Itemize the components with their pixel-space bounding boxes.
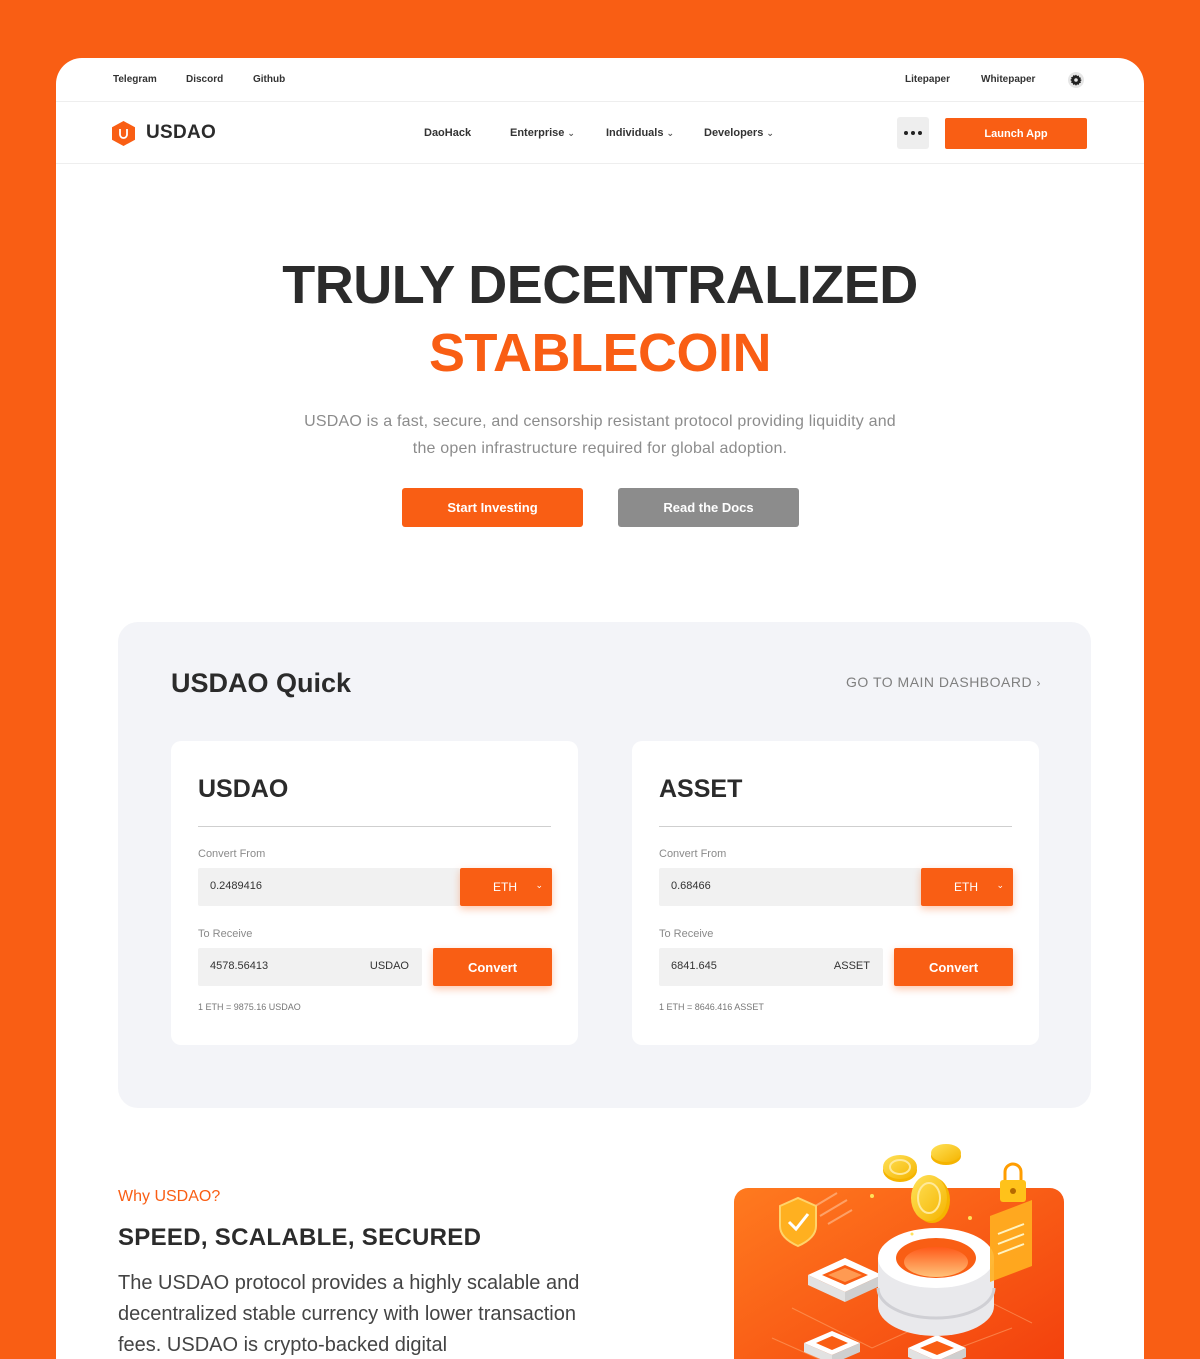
hero-title-line1: TRULY DECENTRALIZED [282,255,918,315]
card-title: USDAO [198,775,289,803]
telegram-link[interactable]: Telegram [113,74,157,85]
nav-enterprise[interactable]: Enterprise ⌄ [510,127,575,139]
why-description: The USDAO protocol provides a highly sca… [118,1272,580,1356]
nav-enterprise-label: Enterprise [510,127,565,139]
to-receive-unit: ASSET [833,960,870,972]
ellipsis-icon [918,131,922,135]
convert-from-label: Convert From [659,848,727,860]
quick-panel-title: USDAO Quick [171,668,352,698]
to-receive-label: To Receive [659,928,714,940]
litepaper-link[interactable]: Litepaper [905,74,950,85]
exchange-rate: 1 ETH = 9875.16 USDAO [198,1002,301,1012]
main-nav: USDAO DaoHack Enterprise ⌄ Individuals ⌄ D… [56,102,1144,164]
hero-subtitle: USDAO is a fast, secure, and censorship … [304,413,896,457]
why-title: SPEED, SCALABLE, SECURED [118,1224,482,1251]
nav-daohack[interactable]: DaoHack [424,127,471,139]
page-frame: Telegram Discord Github Litepaper Whitep… [56,58,1144,1359]
quick-panel: USDAO Quick GO TO MAIN DASHBOARD › USDAO… [118,622,1091,1108]
exchange-rate: 1 ETH = 8646.416 ASSET [659,1002,764,1012]
currency-select-value: ETH [954,880,978,894]
convert-button[interactable]: Convert [894,948,1013,986]
nav-individuals[interactable]: Individuals ⌄ [606,127,674,139]
currency-select[interactable]: ETH ⌄ [460,868,552,906]
currency-select[interactable]: ETH ⌄ [921,868,1013,906]
to-receive-output: 6841.645 ASSET [659,948,883,986]
main-dashboard-link-label: GO TO MAIN DASHBOARD [846,674,1033,690]
brand-name[interactable]: USDAO [146,122,216,144]
nav-developers[interactable]: Developers ⌄ [704,127,774,139]
convert-from-label: Convert From [198,848,266,860]
chevron-down-icon: ⌄ [766,128,774,138]
divider [659,826,1012,827]
usdao-logo-icon[interactable] [112,121,135,146]
currency-select-value: ETH [493,880,517,894]
nav-developers-label: Developers [704,127,764,139]
whitepaper-link[interactable]: Whitepaper [981,74,1035,85]
convert-from-input[interactable]: 0.68466 [659,868,921,906]
why-kicker: Why USDAO? [118,1188,221,1205]
chevron-down-icon: ⌄ [666,128,675,138]
chevron-right-icon: › [1036,676,1041,690]
usdao-converter-card: USDAO Convert From 0.2489416 ETH ⌄ To Re… [171,741,578,1045]
nav-daohack-label: DaoHack [424,127,472,139]
to-receive-label: To Receive [198,928,253,940]
hero-title-line2: STABLECOIN [429,323,772,383]
ellipsis-icon [904,131,908,135]
convert-from-value: 0.2489416 [210,880,262,892]
discord-link[interactable]: Discord [186,74,223,85]
to-receive-unit: USDAO [369,960,409,972]
read-docs-button[interactable]: Read the Docs [618,488,799,527]
ellipsis-icon [911,131,915,135]
more-menu-button[interactable] [897,117,929,149]
top-bar: Telegram Discord Github Litepaper Whitep… [56,58,1144,102]
isometric-coin-illustration [734,1144,1064,1359]
card-title: ASSET [659,775,743,803]
chevron-down-icon: ⌄ [996,880,1004,890]
github-link[interactable]: Github [253,74,285,85]
to-receive-value: 6841.645 [671,960,717,972]
convert-from-input[interactable]: 0.2489416 [198,868,460,906]
main-dashboard-link[interactable]: GO TO MAIN DASHBOARD › [846,674,1041,690]
chevron-down-icon: ⌄ [567,128,575,138]
to-receive-output: 4578.56413 USDAO [198,948,422,986]
nav-individuals-label: Individuals [606,127,664,139]
divider [198,826,551,827]
chevron-down-icon: ⌄ [535,880,543,890]
start-investing-button[interactable]: Start Investing [402,488,583,527]
convert-from-value: 0.68466 [671,880,711,892]
to-receive-value: 4578.56413 [210,960,269,972]
asset-converter-card: ASSET Convert From 0.68466 ETH ⌄ To Rece… [632,741,1039,1045]
launch-app-button[interactable]: Launch App [945,118,1087,149]
convert-button[interactable]: Convert [433,948,552,986]
gear-icon[interactable] [1068,72,1084,88]
